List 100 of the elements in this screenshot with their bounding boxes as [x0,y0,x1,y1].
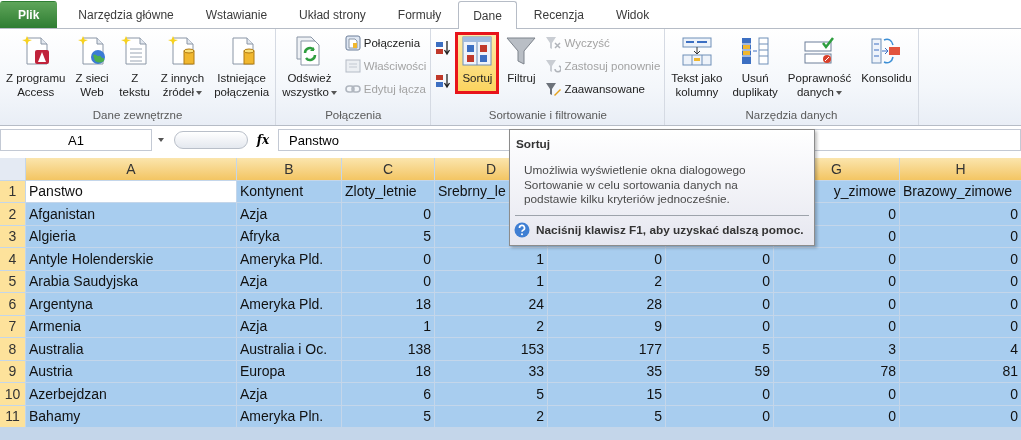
table-cell: 1 [342,315,434,337]
table-cell: Azja [237,270,341,292]
table-cell: Zloty_letnie [342,180,434,202]
table-cell: 6 [342,383,434,405]
ribbon-button[interactable]: Z innych źródeł [156,32,209,102]
ribbon-button[interactable]: Połączenia [342,33,429,53]
table-cell: 153 [435,338,547,360]
ribbon-tab[interactable]: Układ strony [284,1,381,28]
caret-icon [836,90,843,95]
table-cell: 0 [900,293,1021,315]
ribbon-tab[interactable]: Widok [600,1,665,28]
ribbon-button[interactable]: Zaawansowane [543,79,663,99]
table-cell: 4 [900,338,1021,360]
table-cell: 2 [435,405,547,427]
funnel-icon [505,35,538,67]
ribbon-button[interactable]: Istniejące połączenia [210,32,274,102]
row-header[interactable]: 1 [0,180,25,202]
ribbon-button[interactable]: Z tekstu [114,32,155,102]
column-header[interactable]: A [26,158,236,180]
remove-duplicates-icon [739,35,772,67]
table-cell: 0 [774,293,899,315]
table-cell: 0 [900,270,1021,292]
table-cell: 2 [435,315,547,337]
column-header[interactable]: C [342,158,434,180]
table-cell: 0 [666,293,773,315]
row-header[interactable]: 2 [0,203,25,225]
caret-icon [330,90,337,95]
table-cell: 5 [666,338,773,360]
table-cell: Arabia Saudyjska [26,270,236,292]
ribbon-tab[interactable]: Narzędzia główne [63,1,189,28]
table-cell: 0 [774,315,899,337]
table-cell: 0 [900,203,1021,225]
table-cell: 0 [666,405,773,427]
group-label: Sortowanie i filtrowanie [487,109,608,124]
table-cell: 0 [342,270,434,292]
ribbon-button[interactable]: Tekst jako kolumny [667,32,727,102]
ribbon-button[interactable]: Poprawność danych [783,32,856,102]
table-cell: 0 [774,248,899,270]
table-cell: 3 [774,338,899,360]
document-icon [344,35,361,51]
table-cell: 18 [342,293,434,315]
table-cell: Austria [26,360,236,382]
split-columns-icon [680,35,713,67]
row-header[interactable]: 7 [0,315,25,337]
caret-icon [196,90,203,95]
row-header[interactable]: 9 [0,360,25,382]
table-cell: Ameryka Pld. [237,293,341,315]
table-cell: Bahamy [26,405,236,427]
table-cell: 2 [548,270,665,292]
table-cell: Kontynent [237,180,341,202]
table-cell: 5 [435,383,547,405]
function-button[interactable]: fx [252,133,274,147]
table-cell: 81 [900,360,1021,382]
name-box[interactable]: A1 [0,129,152,151]
group-label: Dane zewnętrzne [91,109,184,124]
ribbon-tab[interactable]: Wstawianie [190,1,283,28]
table-cell: Antyle Holenderskie [26,248,236,270]
table-cell: 0 [900,383,1021,405]
ribbon-tab[interactable]: Dane [458,1,517,29]
ribbon-button[interactable]: Z programu Access [2,32,70,102]
row-header[interactable]: 10 [0,383,25,405]
row-header[interactable]: 6 [0,293,25,315]
ribbon-button[interactable]: Konsolidu [857,32,916,88]
table-cell: Ameryka Pln. [237,405,341,427]
column-header[interactable]: B [237,158,341,180]
row-header[interactable]: 4 [0,248,25,270]
table-cell: Azja [237,203,341,225]
row-header[interactable]: 11 [0,405,25,427]
ribbon-button[interactable]: Filtruj [501,32,542,88]
funnel-pencil-icon [545,81,562,97]
table-cell: Azja [237,315,341,337]
ribbon-tab[interactable]: Formuły [382,1,457,28]
table-cell: 0 [774,383,899,405]
table-cell: Europa [237,360,341,382]
ribbon-button[interactable]: Z sieci Web [71,32,113,102]
table-cell: 15 [548,383,665,405]
row-header[interactable]: 3 [0,225,25,247]
table-cell: Australia [26,338,236,360]
table-cell: 0 [774,405,899,427]
table-cell: 0 [900,405,1021,427]
ribbon-button[interactable]: Sortuj [455,32,500,94]
sort-icon [461,35,494,67]
row-header[interactable]: 5 [0,270,25,292]
table-cell: 0 [342,203,434,225]
table-cell: Afganistan [26,203,236,225]
table-cell: Afryka [237,225,341,247]
table-cell: Azja [237,383,341,405]
table-cell: 1 [435,270,547,292]
table-cell: 138 [342,338,434,360]
table-cell: 78 [774,360,899,382]
ribbon-tab[interactable]: Recenzja [518,1,599,28]
row-header[interactable]: 8 [0,338,25,360]
tooltip-title: Sortuj [515,136,552,153]
ribbon-button[interactable]: Odśwież wszystko [278,32,341,102]
table-cell: 35 [548,360,665,382]
column-header[interactable]: H [900,158,1021,180]
file-tab[interactable]: Plik [0,1,58,28]
ribbon-button[interactable]: Usuń duplikaty [728,32,782,102]
sort-ascending-icon [435,40,452,56]
splitter-handle[interactable] [174,131,248,149]
